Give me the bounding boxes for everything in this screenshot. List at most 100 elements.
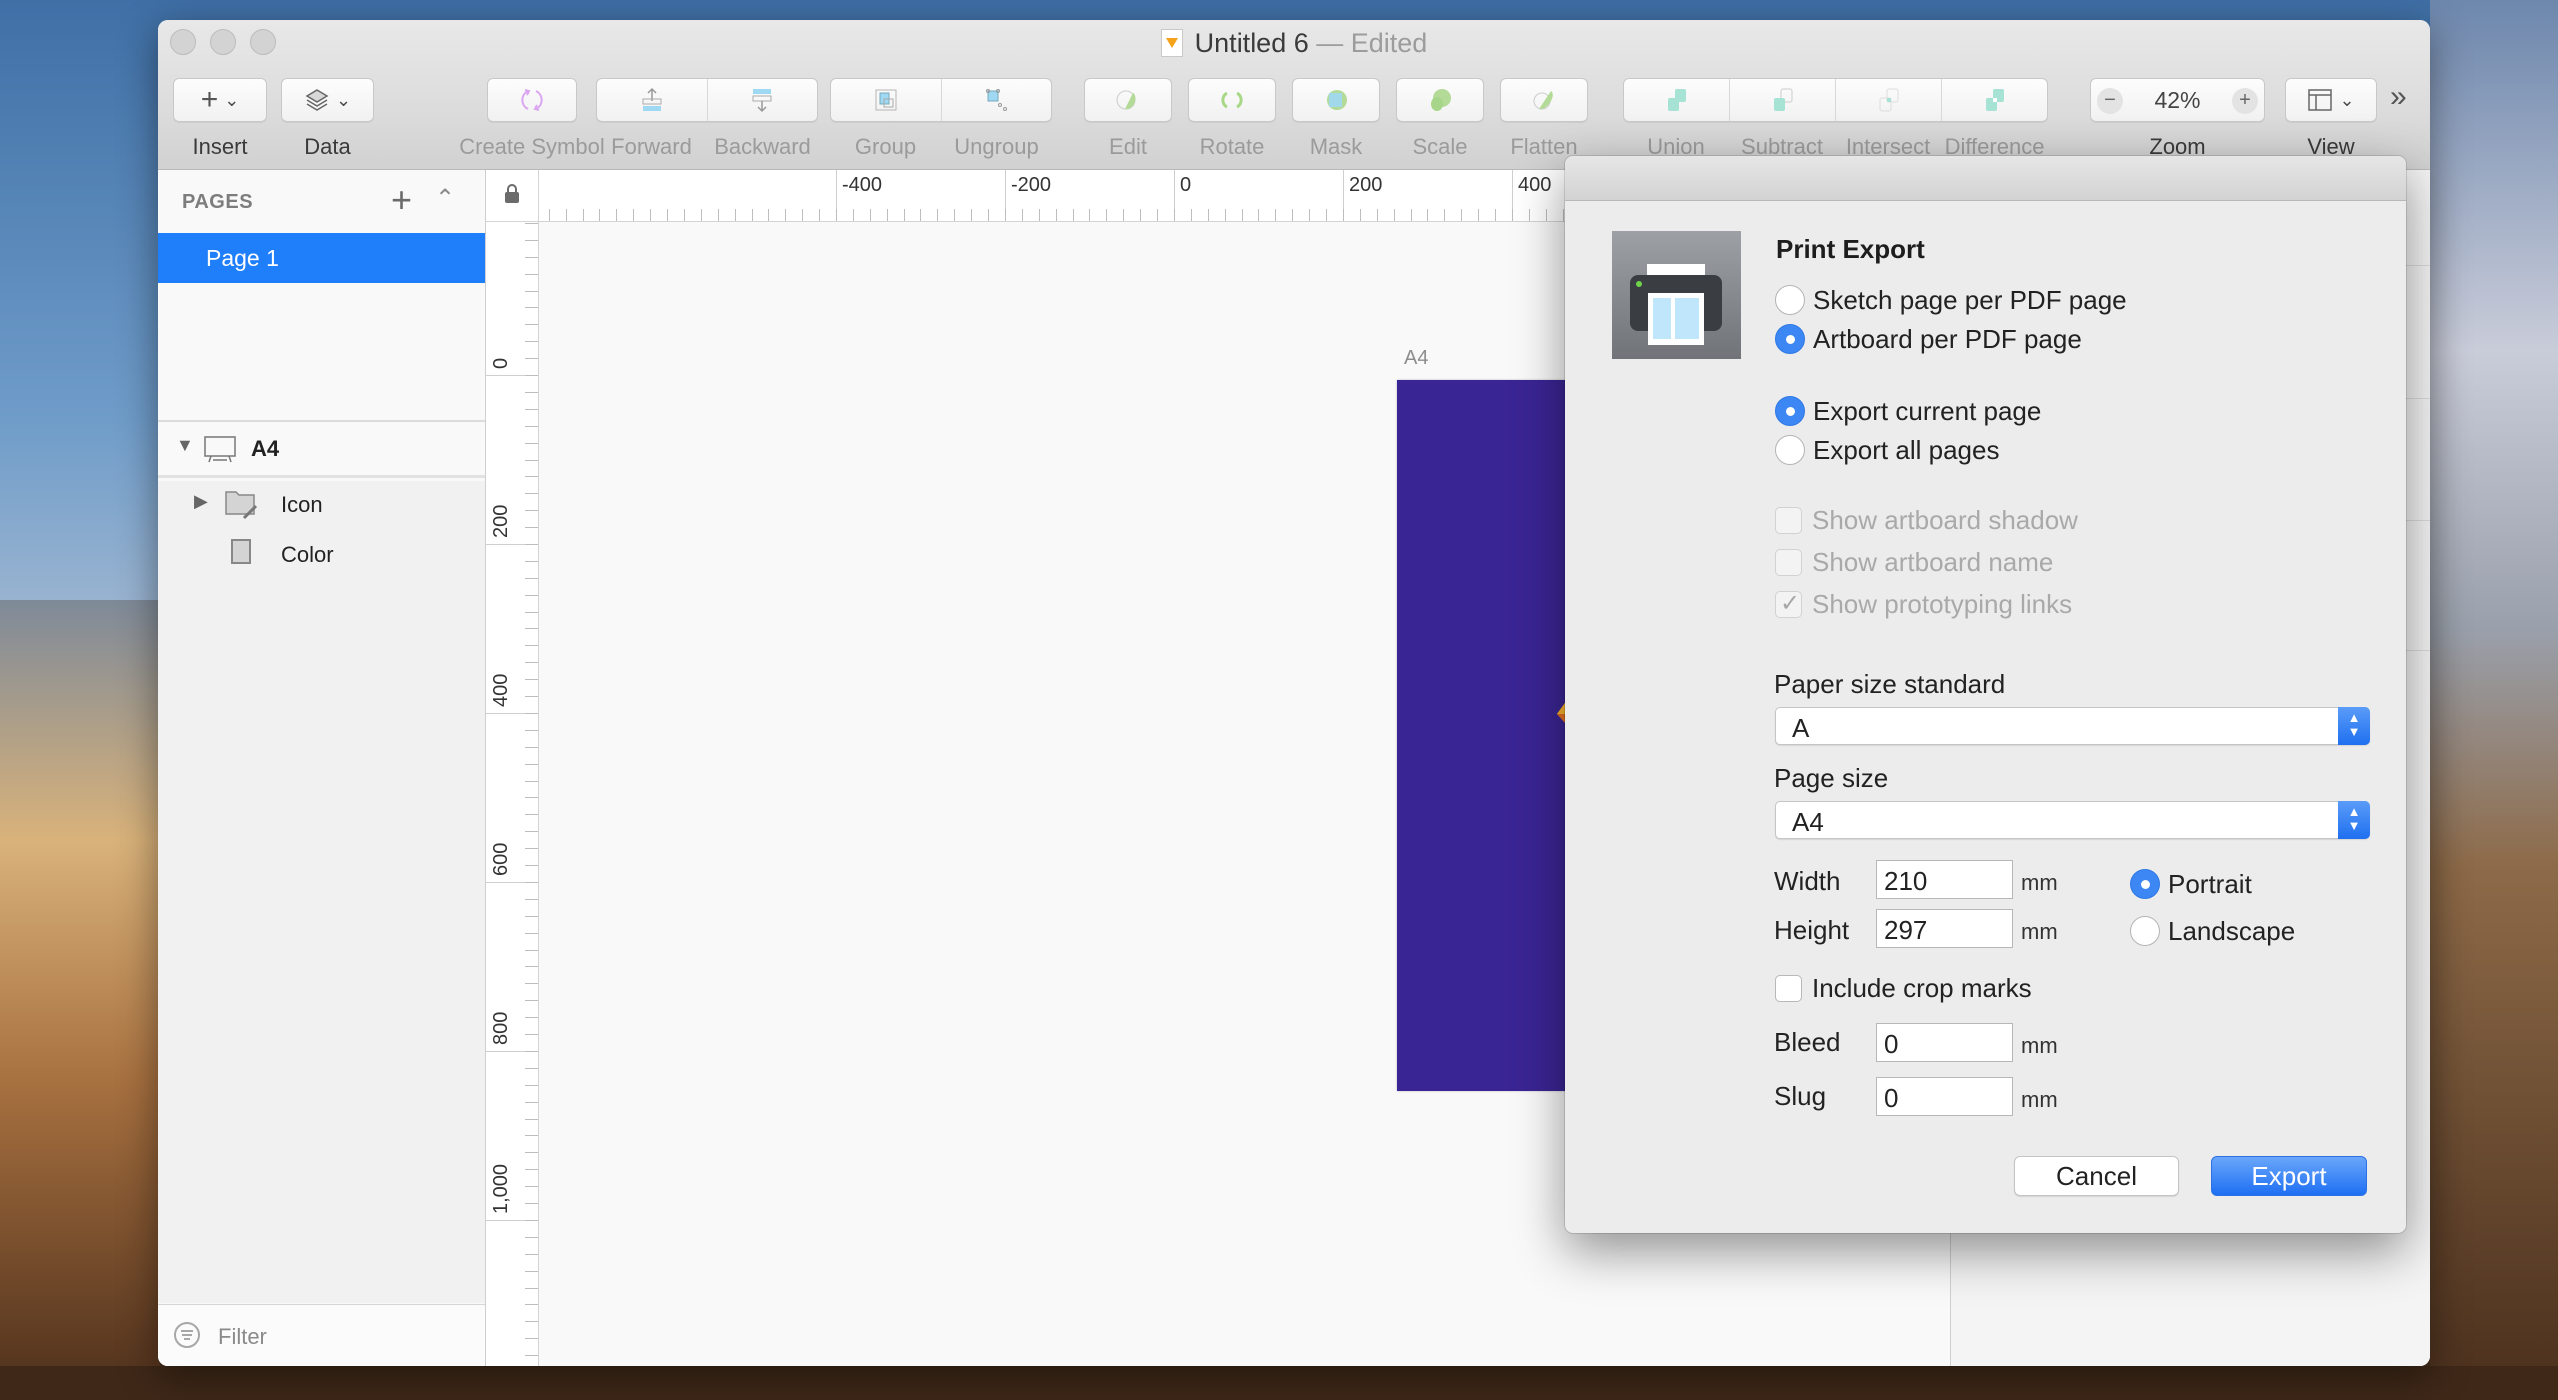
radio-button[interactable] [1775,396,1805,426]
union-button[interactable] [1624,79,1730,121]
ruler-minor-tick [525,1119,538,1120]
ruler-minor-tick [525,1203,538,1204]
toolbar-overflow-button[interactable]: » [2390,80,2407,114]
width-unit: mm [2021,870,2058,895]
checkbox[interactable] [1775,548,1802,576]
page-size-select[interactable]: A4 ▲ ▼ [1775,801,2370,839]
disclosure-triangle-down-icon[interactable]: ▼ [176,435,194,456]
layer-row-artboard[interactable]: ▼ A4 [158,422,485,478]
ruler-minor-tick [1157,209,1158,221]
filter-input[interactable]: Filter [218,1324,267,1350]
subtract-icon [1773,88,1792,111]
radio-button[interactable] [2130,869,2160,899]
difference-icon [1985,89,2004,111]
radio-sketch-page-per-pdf[interactable]: Sketch page per PDF page [1775,283,2127,317]
ruler-minor-tick [525,933,538,934]
ruler-minor-tick [525,324,538,325]
height-input[interactable]: 297 [1876,909,2013,948]
mask-button[interactable] [1292,78,1380,122]
backward-button[interactable] [708,79,818,121]
view-layout-icon [2308,89,2333,111]
ruler-minor-tick [525,578,538,579]
vertical-ruler[interactable]: 0 200 400 600 800 1,000 [486,222,539,1366]
width-input[interactable]: 210 [1876,860,2013,899]
cancel-button[interactable]: Cancel [2014,1156,2179,1196]
ruler-minor-tick [667,209,668,221]
checkbox[interactable] [1775,974,1802,1002]
ruler-minor-tick [768,209,769,221]
layer-filter[interactable]: Filter [158,1304,485,1366]
subtract-button[interactable] [1730,79,1836,121]
radio-portrait[interactable]: Portrait [2130,867,2252,901]
radio-button[interactable] [2130,916,2160,946]
view-button[interactable]: ⌄ [2285,78,2377,122]
checkbox[interactable] [1775,589,1802,618]
intersect-button[interactable] [1836,79,1942,121]
slug-input[interactable]: 0 [1876,1077,2013,1116]
edit-button[interactable] [1084,78,1172,122]
radio-landscape[interactable]: Landscape [2130,914,2295,948]
ruler-minor-tick [599,209,600,221]
checkbox[interactable] [1775,506,1802,534]
radio-artboard-per-pdf[interactable]: Artboard per PDF page [1775,322,2082,356]
radio-export-current-page[interactable]: Export current page [1775,394,2041,428]
checkbox-show-artboard-shadow[interactable]: Show artboard shadow [1775,503,2078,537]
ruler-minor-tick [525,662,538,663]
bleed-input[interactable]: 0 [1876,1023,2013,1062]
data-button[interactable]: ⌄ [281,78,374,122]
rotate-button[interactable] [1188,78,1276,122]
ruler-minor-tick [1174,209,1175,221]
page-list-item[interactable]: Page 1 [158,233,485,283]
folder-icon [225,491,258,520]
bleed-label: Bleed [1774,1027,1841,1057]
ruler-minor-tick [525,1338,538,1339]
paper-size-standard-select[interactable]: A ▲ ▼ [1775,707,2370,745]
collapse-pages-button[interactable]: ⌃ [435,184,455,213]
scale-button[interactable] [1396,78,1484,122]
chevron-down-icon: ⌄ [224,89,240,110]
ruler-minor-tick [525,375,538,376]
add-page-button[interactable]: + [391,180,412,220]
insert-button[interactable]: + ⌄ [173,78,267,122]
ruler-minor-tick [904,209,905,221]
send-backward-icon [752,89,772,113]
checkbox-show-prototyping-links[interactable]: Show prototyping links [1775,587,2072,621]
flatten-button[interactable] [1500,78,1588,122]
ruler-minor-tick [616,209,617,221]
edit-path-icon [1116,90,1136,110]
ruler-minor-tick [525,493,538,494]
disclosure-triangle-right-icon[interactable]: ▶ [194,491,208,512]
radio-button[interactable] [1775,285,1805,315]
select-stepper-icon: ▲ ▼ [2338,707,2370,745]
desktop-wallpaper [0,600,160,1400]
ungroup-button[interactable] [942,79,1052,121]
checkbox-show-artboard-name[interactable]: Show artboard name [1775,545,2053,579]
forward-button[interactable] [597,79,708,121]
ruler-minor-tick [920,209,921,221]
ruler-minor-tick [525,899,538,900]
radio-button[interactable] [1775,435,1805,465]
ruler-minor-tick [525,713,538,714]
export-button[interactable]: Export [2211,1156,2367,1196]
radio-export-all-pages[interactable]: Export all pages [1775,433,1999,467]
ruler-minor-tick [525,358,538,359]
ruler-minor-tick [1495,209,1496,221]
radio-button[interactable] [1775,324,1805,354]
height-label: Height [1774,915,1850,945]
create-symbol-button[interactable] [487,78,577,122]
zoom-in-button[interactable]: + [2232,88,2258,114]
layer-row-group[interactable]: ▶ Icon [158,481,485,529]
group-button[interactable] [831,79,942,121]
ruler-minor-tick [525,1355,538,1356]
difference-button[interactable] [1942,79,2047,121]
checkbox-include-crop-marks[interactable]: Include crop marks [1775,971,2032,1005]
ruler-lock-corner[interactable] [486,170,539,222]
layer-row-rectangle[interactable]: Color [158,531,485,579]
desktop-wallpaper-right [2430,0,2558,1400]
artboard-title[interactable]: A4 [1404,347,1428,370]
mask-label: Mask [1309,134,1363,159]
arrange-group [596,78,818,122]
ruler-minor-tick [752,209,753,221]
ruler-label: 0 [490,357,512,369]
window-title: Untitled 6 — Edited [158,26,2430,60]
